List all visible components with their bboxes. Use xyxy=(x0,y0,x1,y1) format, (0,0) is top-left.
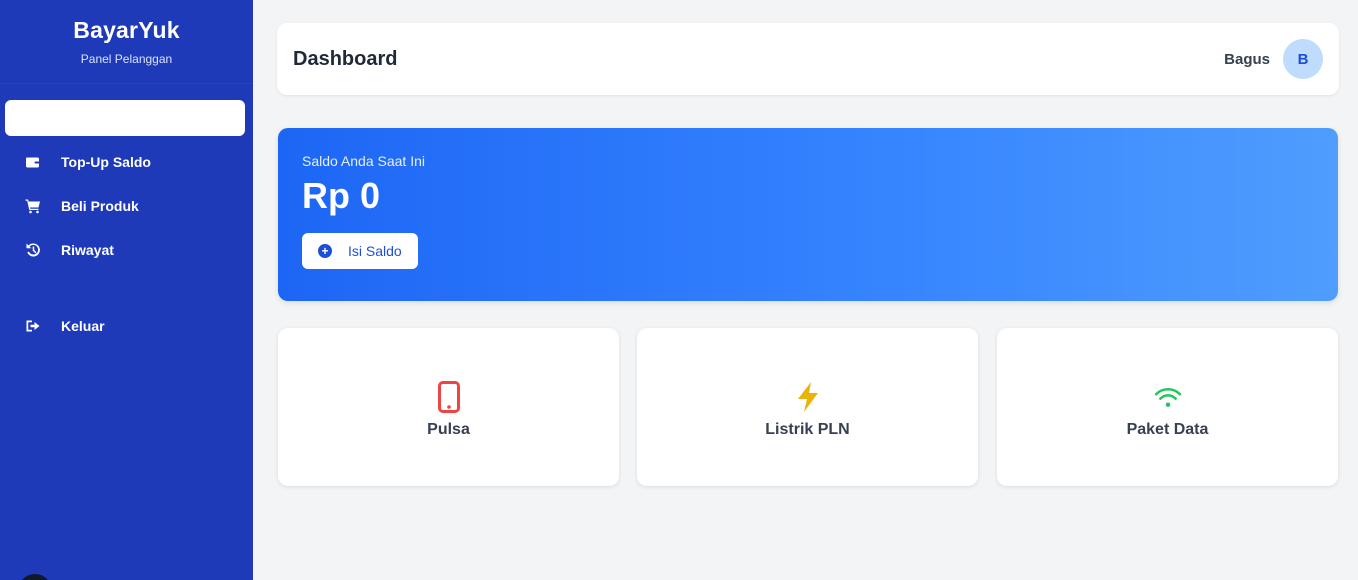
product-card-pulsa[interactable]: Pulsa xyxy=(278,328,619,486)
home-icon xyxy=(25,110,41,126)
topup-button-label: Isi Saldo xyxy=(348,243,402,259)
balance-amount: Rp 0 xyxy=(302,175,381,216)
sidebar-nav: Dashboard Top-Up Saldo Beli Produk Riway… xyxy=(0,84,253,344)
logout-icon xyxy=(25,318,41,334)
sidebar-item-dashboard[interactable]: Dashboard xyxy=(5,100,245,136)
sidebar-item-label: Riwayat xyxy=(61,242,114,258)
topbar: Dashboard Bagus B xyxy=(277,23,1339,95)
sidebar: BayarYuk Panel Pelanggan Dashboard Top-U… xyxy=(0,0,253,580)
sidebar-item-label: Top-Up Saldo xyxy=(61,154,151,170)
sidebar-item-label: Beli Produk xyxy=(61,198,139,214)
brand: BayarYuk Panel Pelanggan xyxy=(0,0,253,84)
history-icon xyxy=(25,242,41,258)
logout-button[interactable]: Keluar xyxy=(5,308,245,344)
product-card-data[interactable]: Paket Data xyxy=(997,328,1338,486)
balance-label: Saldo Anda Saat Ini xyxy=(302,153,425,169)
brand-subtitle: Panel Pelanggan xyxy=(80,52,173,66)
topup-button[interactable]: + Isi Saldo xyxy=(302,233,418,269)
product-cards: Pulsa Listrik PLN Paket Data xyxy=(278,328,1338,486)
page-title: Dashboard xyxy=(293,47,398,70)
sidebar-item-label: Dashboard xyxy=(61,110,135,126)
lightning-icon xyxy=(794,381,822,413)
wallet-icon xyxy=(25,154,41,170)
user-menu[interactable]: Bagus B xyxy=(1224,39,1323,79)
sidebar-item-products[interactable]: Beli Produk xyxy=(5,188,245,224)
user-name: Bagus xyxy=(1224,50,1270,68)
balance-card: Saldo Anda Saat Ini Rp 0 + Isi Saldo xyxy=(278,128,1338,301)
product-card-pln[interactable]: Listrik PLN xyxy=(637,328,978,486)
floating-avatar[interactable] xyxy=(18,574,52,580)
sidebar-item-topup[interactable]: Top-Up Saldo xyxy=(5,144,245,180)
phone-icon xyxy=(435,381,463,413)
plus-circle-icon: + xyxy=(318,244,332,258)
brand-title: BayarYuk xyxy=(73,17,180,43)
product-label: Paket Data xyxy=(1126,421,1209,438)
product-label: Pulsa xyxy=(427,421,470,438)
product-label: Listrik PLN xyxy=(765,421,850,438)
cart-icon xyxy=(25,198,41,214)
avatar[interactable]: B xyxy=(1283,39,1323,79)
logout-label: Keluar xyxy=(61,318,105,334)
sidebar-item-history[interactable]: Riwayat xyxy=(5,232,245,268)
wifi-icon xyxy=(1154,381,1182,413)
